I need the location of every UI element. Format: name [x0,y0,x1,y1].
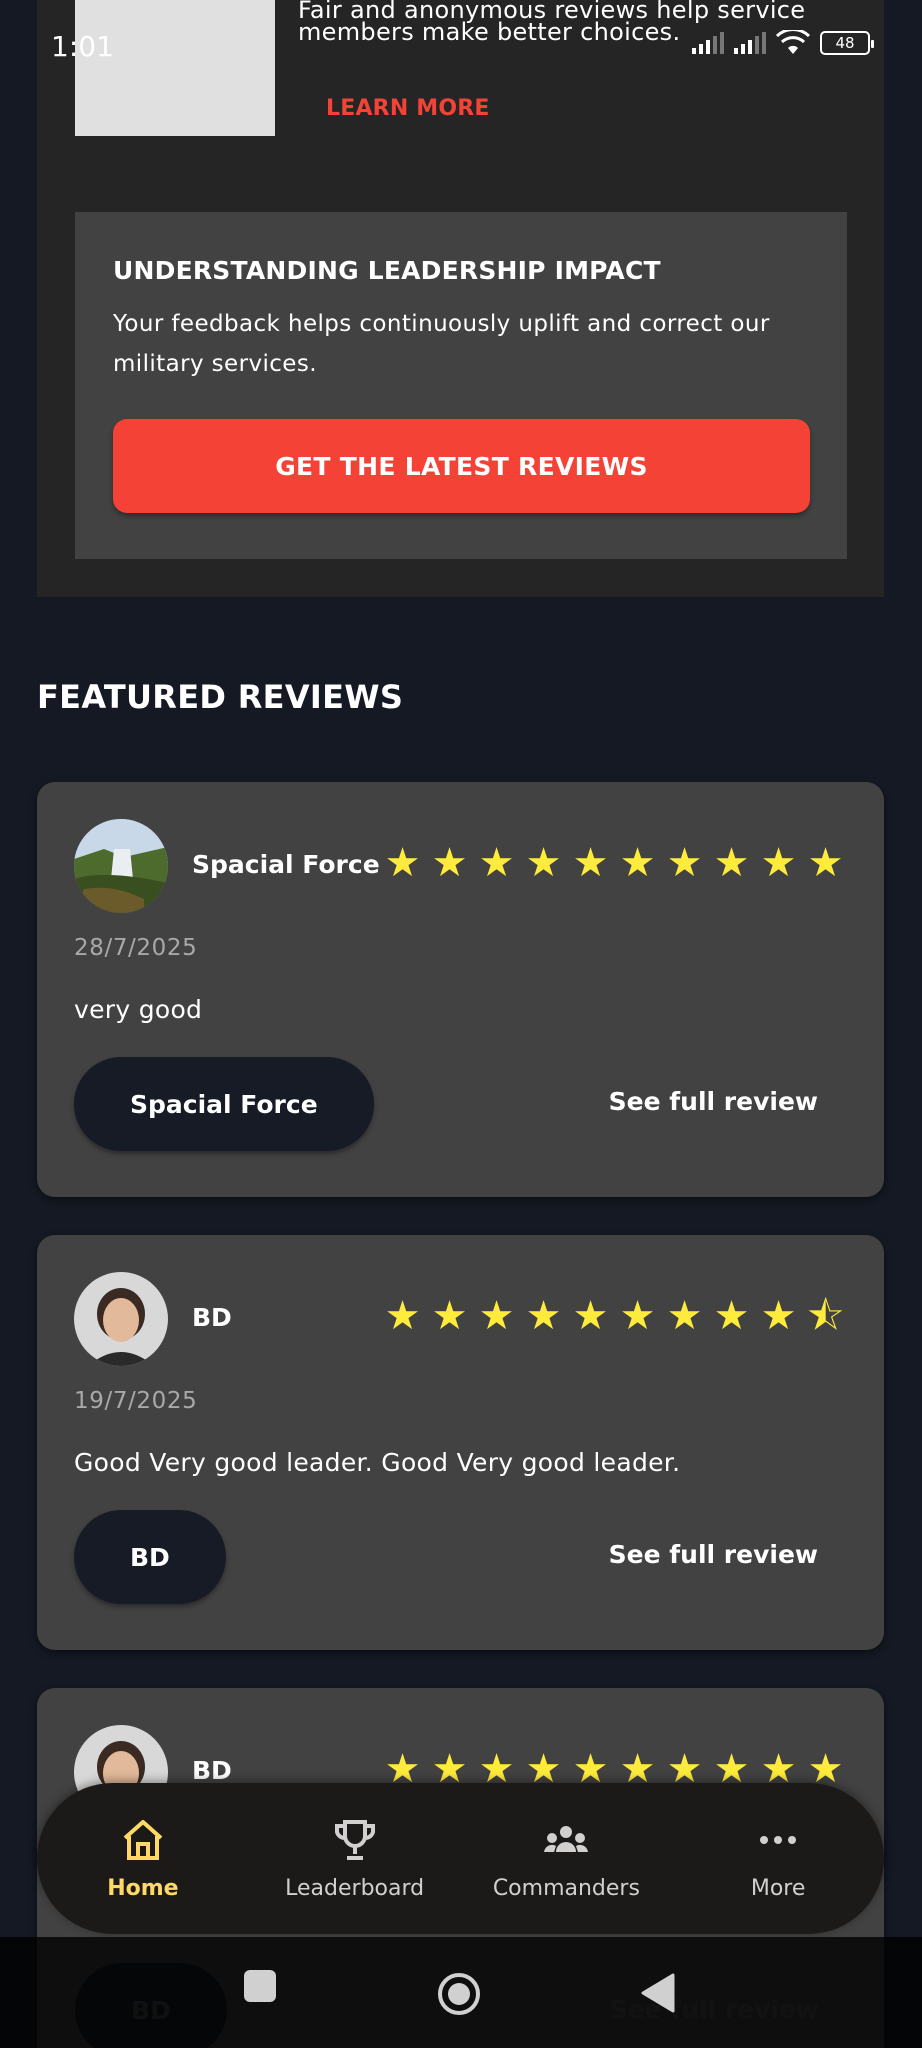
star-icon: ★ [713,840,750,886]
status-icons: 48 [692,30,874,56]
star-icon: ★ [525,1293,562,1339]
star-icon: ★ [807,840,844,886]
see-full-review-link[interactable]: See full review [609,1540,818,1569]
home-icon [123,1820,163,1860]
recents-square-icon[interactable] [242,1968,278,2004]
star-half-icon: ⯪ [806,1293,845,1339]
star-icon: ★ [478,1293,515,1339]
star-icon: ★ [572,840,609,886]
star-icon: ★ [713,1293,750,1339]
impact-panel: UNDERSTANDING LEADERSHIP IMPACT Your fee… [75,212,847,559]
review-card: BD ★ ★ ★ ★ ★ ★ ★ ★ ★ ⯪ 19/7/2025 Good Very good l… [37,1235,884,1650]
star-icon: ★ [384,840,421,886]
star-icon: ★ [384,1293,421,1339]
star-icon: ★ [666,1293,703,1339]
bottom-nav: Home Leaderboard Commanders More [37,1783,884,1934]
nav-label: Commanders [492,1876,640,1901]
see-full-review-link[interactable]: See full review [609,1087,818,1116]
star-icon: ★ [760,840,797,886]
rating-stars: ★ ★ ★ ★ ★ ★ ★ ★ ★ ★ [382,843,846,883]
rating-stars: ★ ★ ★ ★ ★ ★ ★ ★ ★ ⯪ [382,1296,846,1336]
signal-icon [692,32,724,54]
trophy-icon [334,1820,375,1860]
review-date: 19/7/2025 [74,1388,198,1414]
star-icon: ★ [760,1293,797,1339]
review-text: very good [74,995,203,1024]
battery-icon: 48 [820,31,874,55]
review-author: BD [192,1303,232,1332]
more-icon [760,1836,797,1844]
impact-title: UNDERSTANDING LEADERSHIP IMPACT [113,256,661,285]
status-time: 1:01 [51,30,114,63]
star-icon: ★ [666,840,703,886]
wifi-icon [776,30,810,54]
star-icon: ★ [572,1293,609,1339]
impact-body: Your feedback helps continuously uplift … [113,311,770,377]
commander-chip[interactable]: BD [74,1510,226,1604]
learn-more-link[interactable]: LEARN MORE [326,96,490,121]
group-icon [544,1826,589,1852]
nav-leaderboard[interactable]: Leaderboard [249,1783,461,1934]
promo-image [75,0,275,136]
commander-chip[interactable]: Spacial Force [74,1057,374,1151]
star-icon: ★ [431,840,468,886]
promo-card: Fair and anonymous reviews help service … [37,0,884,597]
nav-label: Leaderboard [285,1876,425,1901]
star-icon: ★ [431,1293,468,1339]
nav-commanders[interactable]: Commanders [461,1783,673,1934]
nav-label: Home [107,1876,179,1901]
review-author: Spacial Force [192,850,380,879]
review-text: Good Very good leader. Good Very good le… [74,1448,681,1477]
signal-icon-2 [734,32,766,54]
star-icon: ★ [619,840,656,886]
review-card: Spacial Force ★ ★ ★ ★ ★ ★ ★ ★ ★ ★ 28/7/2025 very … [37,782,884,1197]
back-triangle-icon[interactable] [641,1973,677,2013]
get-latest-reviews-button[interactable]: GET THE LATEST REVIEWS [113,419,810,513]
nav-label: More [750,1876,806,1901]
promo-text-line-clipped: Fair and anonymous reviews help service [298,0,806,24]
star-icon: ★ [619,1293,656,1339]
nav-home[interactable]: Home [37,1783,249,1934]
avatar [74,819,168,913]
featured-reviews-title: FEATURED REVIEWS [37,678,404,716]
nav-more[interactable]: More [672,1783,884,1934]
star-icon: ★ [525,840,562,886]
star-icon: ★ [478,840,515,886]
avatar [74,1272,168,1366]
home-circle-icon[interactable] [436,1971,482,2017]
review-author: BD [192,1756,232,1785]
review-date: 28/7/2025 [74,935,198,961]
